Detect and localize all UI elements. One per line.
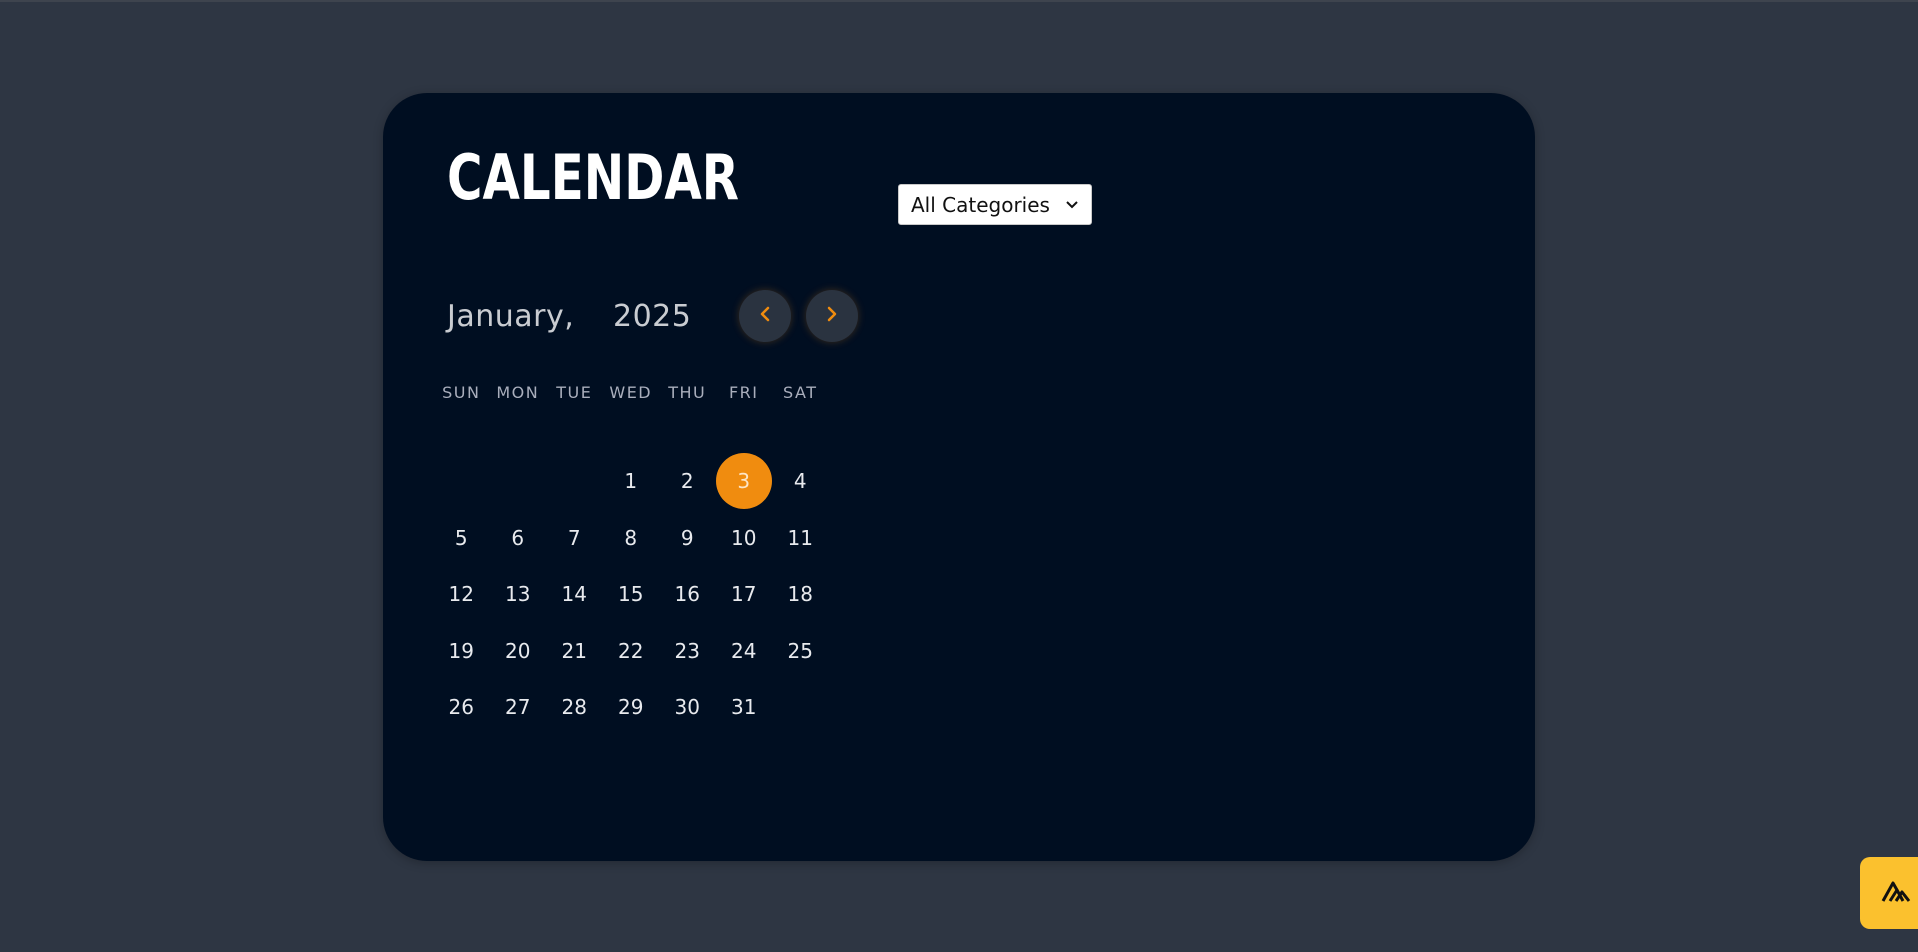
day-number: 29: [618, 695, 644, 720]
day-number: 23: [674, 638, 700, 663]
day-number: 17: [731, 582, 757, 607]
weekday-label: SAT: [783, 383, 818, 402]
day-cell[interactable]: 12: [433, 566, 490, 623]
day-number: 5: [454, 525, 468, 550]
day-number: 9: [680, 525, 694, 550]
day-cell[interactable]: 5: [433, 510, 490, 567]
day-cell-empty: [433, 453, 490, 510]
day-number: 6: [511, 525, 525, 550]
day-cell[interactable]: 28: [546, 679, 603, 736]
day-cell-selected[interactable]: 3: [715, 453, 773, 510]
day-cell[interactable]: 9: [659, 510, 716, 567]
day-number: 19: [448, 638, 474, 663]
day-cell[interactable]: 16: [659, 566, 716, 623]
day-cell[interactable]: 24: [716, 623, 773, 680]
day-number: 25: [787, 638, 813, 663]
day-cell[interactable]: 10: [716, 510, 773, 567]
day-number: 3: [715, 453, 772, 510]
next-month-button[interactable]: [806, 290, 858, 342]
day-cell-empty: [772, 679, 829, 736]
prev-month-button[interactable]: [739, 290, 791, 342]
weekday-label: FRI: [728, 383, 759, 402]
day-cell[interactable]: 6: [490, 510, 547, 567]
day-number: 13: [505, 582, 531, 607]
day-cell[interactable]: 19: [433, 623, 490, 680]
day-number: 14: [561, 582, 587, 607]
day-cell[interactable]: 31: [716, 679, 773, 736]
day-number: 7: [567, 525, 581, 550]
day-number: 30: [674, 695, 700, 720]
day-number: 10: [731, 525, 757, 550]
day-cell[interactable]: 13: [490, 566, 547, 623]
day-cell[interactable]: 8: [603, 510, 660, 567]
day-number: 28: [561, 695, 587, 720]
day-cell[interactable]: 14: [546, 566, 603, 623]
day-cell[interactable]: 23: [659, 623, 716, 680]
weekday-label: SUN: [442, 383, 481, 402]
day-number: 4: [793, 469, 807, 494]
day-cell-empty: [546, 453, 603, 510]
top-border: [0, 0, 1918, 2]
page-title: CALENDAR: [447, 141, 740, 214]
day-cell[interactable]: 29: [603, 679, 660, 736]
chevron-down-icon: [1065, 198, 1079, 212]
month-label: January,: [447, 298, 575, 334]
day-number: 15: [618, 582, 644, 607]
day-cell[interactable]: 30: [659, 679, 716, 736]
corner-widget-button[interactable]: [1860, 857, 1918, 929]
day-number: 22: [618, 638, 644, 663]
day-number: 11: [787, 525, 813, 550]
day-number: 31: [731, 695, 757, 720]
weekday-label: WED: [609, 383, 653, 402]
day-cell[interactable]: 7: [546, 510, 603, 567]
day-number: 12: [448, 582, 474, 607]
day-number: 16: [674, 582, 700, 607]
day-number: 27: [505, 695, 531, 720]
chevron-right-icon: [826, 306, 838, 326]
day-cell[interactable]: 27: [490, 679, 547, 736]
day-cell[interactable]: 2: [659, 453, 716, 510]
chevron-left-icon: [759, 306, 771, 326]
day-cell[interactable]: 26: [433, 679, 490, 736]
mountain-logo-icon: [1881, 879, 1911, 907]
day-number: 8: [624, 525, 638, 550]
day-number: 1: [624, 469, 638, 494]
day-number: 18: [787, 582, 813, 607]
day-number: 26: [448, 695, 474, 720]
month-navigation: January, 2025: [447, 288, 858, 344]
category-select-value: All Categories: [911, 192, 1050, 217]
day-cell[interactable]: 22: [603, 623, 660, 680]
day-cell[interactable]: 17: [716, 566, 773, 623]
category-select[interactable]: All Categories: [898, 184, 1092, 225]
day-number: 24: [731, 638, 757, 663]
day-number: 21: [561, 638, 587, 663]
day-cell[interactable]: 1: [603, 453, 660, 510]
weekday-label: MON: [496, 383, 540, 402]
day-cell[interactable]: 20: [490, 623, 547, 680]
day-cell[interactable]: 4: [772, 453, 829, 510]
day-cell-empty: [490, 453, 547, 510]
day-number: 2: [680, 469, 694, 494]
year-label: 2025: [613, 298, 692, 334]
weekday-label: TUE: [556, 383, 593, 402]
day-number: 20: [505, 638, 531, 663]
calendar-card: CALENDAR All Categories January, 2025 SU…: [383, 93, 1535, 861]
days-grid: 1 2 3 4 5 6 7 8 9 10 11 12 13 14 15 16 17 18 19 20 21 22 23 24 2…: [433, 453, 829, 736]
day-cell[interactable]: 21: [546, 623, 603, 680]
weekday-label: THU: [668, 383, 707, 402]
day-cell[interactable]: 25: [772, 623, 829, 680]
day-cell[interactable]: 11: [772, 510, 829, 567]
day-cell[interactable]: 15: [603, 566, 660, 623]
day-cell[interactable]: 18: [772, 566, 829, 623]
weekday-header: SUN MON TUE WED THU FRI SAT: [433, 383, 829, 403]
